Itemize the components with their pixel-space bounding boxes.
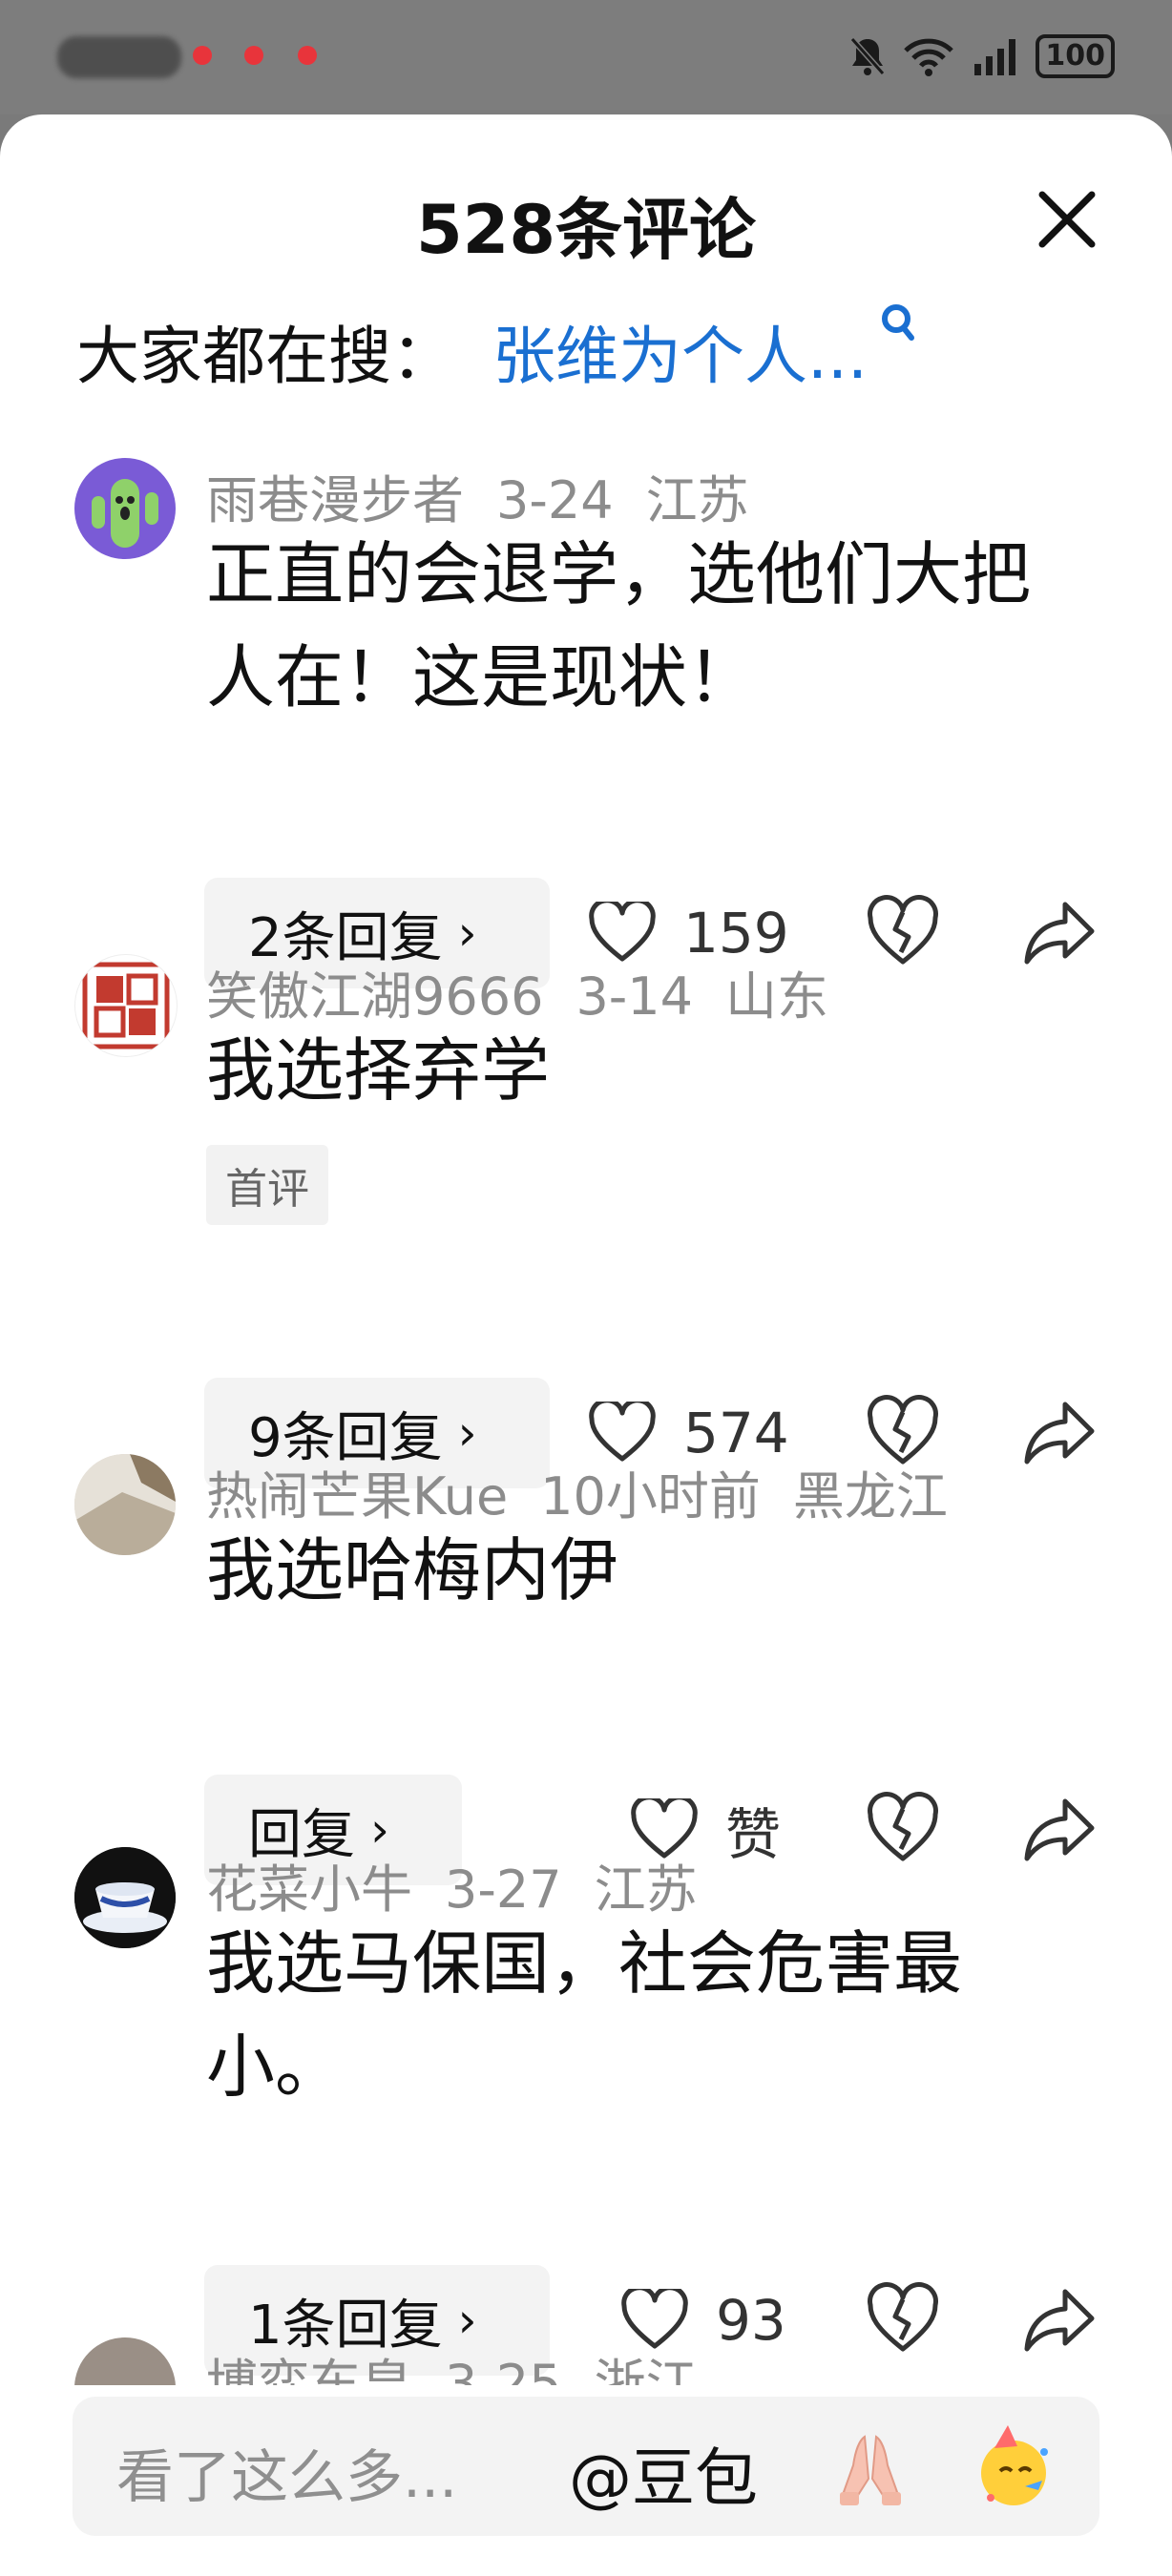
comment-text: 正直的会退学，选他们大把人在！这是现状！ (206, 534, 1032, 717)
first-comment-badge: 首评 (206, 1145, 328, 1225)
notification-dot (244, 46, 263, 65)
party-emoji[interactable] (970, 2423, 1057, 2511)
page-title: 528条评论 (415, 191, 757, 269)
avatar[interactable] (74, 2337, 176, 2385)
trending-search-label: 大家都在搜： (76, 320, 454, 393)
pray-emoji[interactable] (827, 2423, 914, 2511)
comment-date: 3-25 (445, 2354, 562, 2385)
status-time-blurred (57, 36, 181, 78)
signal-icon (974, 39, 1016, 75)
chevron-right-icon: › (457, 1405, 477, 1461)
avatar[interactable] (74, 954, 178, 1057)
comment-meta: 博弈东皇 3-25 浙江 (206, 2341, 730, 2385)
notification-dot (193, 46, 212, 65)
comment-input-placeholder[interactable]: 看了这么多... (116, 2431, 457, 2514)
battery-indicator: 100 (1036, 34, 1115, 78)
photo-avatar-icon (74, 1454, 176, 1555)
username[interactable]: 雨巷漫步者 (206, 470, 464, 530)
cactus-avatar-icon (92, 479, 158, 548)
comment-text: 我选哈梅内伊 (206, 1530, 619, 1610)
comment-date: 3-24 (496, 470, 614, 530)
notification-dot (298, 46, 317, 65)
comment-location: 山东 (725, 966, 828, 1027)
share-icon[interactable] (1021, 1395, 1098, 1471)
avatar[interactable] (74, 1847, 176, 1948)
comment-text: 我选马保国，社会危害最小。 (206, 1923, 963, 2107)
trending-search[interactable]: 大家都在搜： 张维为个人... (76, 304, 917, 397)
mute-bell-icon (850, 37, 886, 75)
red-seal-avatar-icon (82, 962, 170, 1049)
close-icon[interactable] (1029, 181, 1105, 258)
avatar[interactable] (74, 1454, 176, 1555)
username[interactable]: 花菜小牛 (206, 1859, 412, 1920)
share-icon[interactable] (1021, 895, 1098, 971)
share-icon[interactable] (1021, 1792, 1098, 1868)
wifi-icon (904, 38, 954, 76)
search-icon (881, 304, 914, 341)
comment-text: 我选择弃学 (206, 1030, 551, 1111)
comment-sheet: 528条评论 大家都在搜： 张维为个人... 雨巷漫步者 3-24 江苏 正直的会退学… (0, 114, 1172, 2576)
comment-date: 10小时前 (540, 1466, 761, 1527)
comment-location: 江苏 (594, 1859, 698, 1920)
username[interactable]: 笑傲江湖9666 (206, 966, 543, 1027)
comment-item-partial: 博弈东皇 3-25 浙江 (0, 2328, 1172, 2385)
chevron-right-icon: › (457, 905, 477, 961)
status-bar: 100 (0, 0, 1172, 114)
broken-heart-icon[interactable] (865, 1792, 941, 1868)
comment-location: 江苏 (645, 470, 749, 530)
avatar[interactable] (74, 458, 176, 559)
username[interactable]: 博弈东皇 (206, 2354, 412, 2385)
comment-date: 3-14 (576, 966, 693, 1027)
comment-date: 3-27 (445, 1859, 562, 1920)
mention-doubao-button[interactable]: @豆包 (569, 2427, 758, 2519)
comment-input-bar[interactable]: 看了这么多... @豆包 (73, 2397, 1099, 2536)
trending-search-query[interactable]: 张维为个人... (492, 320, 868, 393)
username[interactable]: 热闹芒果Kue (206, 1466, 508, 1527)
broken-heart-icon[interactable] (865, 895, 941, 971)
like-count: 赞 (725, 1802, 782, 1867)
comment-location: 黑龙江 (792, 1466, 948, 1527)
teacup-avatar-icon (74, 1847, 176, 1948)
comment-location: 浙江 (594, 2354, 698, 2385)
